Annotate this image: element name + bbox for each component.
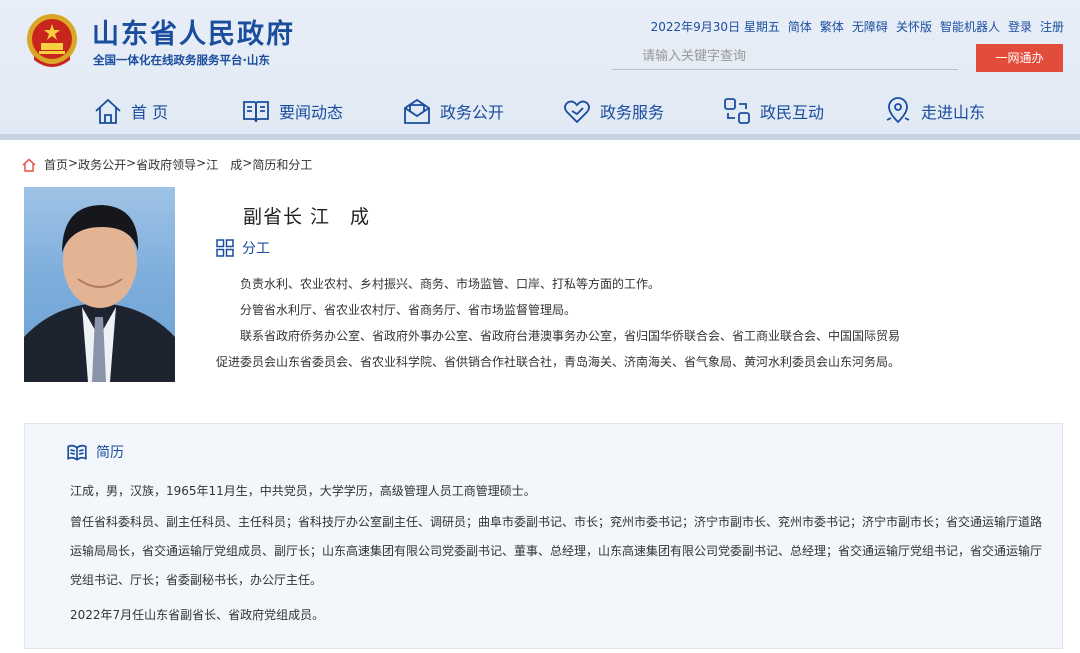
oneweb-button[interactable]: 一网通办 [976, 44, 1063, 72]
nav-home[interactable]: 首 页 [93, 94, 168, 128]
duty-paragraph: 联系省政府侨务办公室、省政府外事办公室、省政府台港澳事务办公室，省归国华侨联合会… [216, 329, 901, 369]
site-title[interactable]: 山东省人民政府 [92, 12, 295, 51]
nav-interaction-label: 政民互动 [760, 103, 825, 122]
portrait-photo [24, 187, 175, 382]
duty-section-header: 分工 [216, 238, 270, 258]
home-icon [22, 158, 36, 172]
breadcrumb-person[interactable]: 江 成 [206, 156, 242, 173]
breadcrumb-separator: > [196, 156, 207, 170]
interaction-icon [724, 98, 750, 124]
resume-paragraph: 2022年7月任山东省副省长、省政府党组成员。 [70, 608, 325, 622]
search-input[interactable] [612, 44, 958, 69]
breadcrumb-home[interactable]: 首页 [44, 156, 68, 173]
nav-home-label: 首 页 [131, 103, 169, 122]
link-simplified[interactable]: 简体 [788, 18, 812, 35]
mail-open-icon [404, 98, 430, 124]
nav-shandong-label: 走进山东 [921, 103, 986, 122]
book-icon [243, 101, 269, 123]
nav-interaction[interactable]: 政民互动 [722, 94, 824, 128]
breadcrumb-separator: > [68, 156, 79, 170]
resume-section-header: 简历 [66, 442, 124, 462]
nav-shandong[interactable]: 走进山东 [883, 94, 985, 128]
search-box [612, 44, 958, 70]
resume-title: 简历 [96, 445, 124, 461]
link-care-version[interactable]: 关怀版 [896, 18, 932, 35]
main-nav: 首 页 要闻动态 政务公开 政务服务 政民互动 走进山东 [0, 90, 1080, 132]
link-robot[interactable]: 智能机器人 [940, 18, 1000, 35]
nav-gov-affairs-label: 政务公开 [440, 103, 505, 122]
book-open-icon [67, 444, 87, 461]
date-text: 2022年9月30日 星期五 [650, 20, 780, 34]
link-accessibility[interactable]: 无障碍 [852, 18, 888, 35]
grid-icon [216, 239, 234, 257]
nav-news[interactable]: 要闻动态 [241, 94, 343, 128]
breadcrumb-leaders[interactable]: 省政府领导 [136, 156, 196, 173]
site-subtitle[interactable]: 全国一体化在线政务服务平台·山东 [93, 52, 270, 68]
link-login[interactable]: 登录 [1008, 18, 1032, 35]
duty-title: 分工 [242, 241, 270, 257]
breadcrumb: 首页 > 政务公开 > 省政府领导 > 江 成 > 简历和分工 [22, 156, 312, 173]
link-register[interactable]: 注册 [1040, 18, 1064, 35]
resume-paragraph: 曾任省科委科员、副主任科员、主任科员；省科技厅办公室副主任、调研员；曲阜市委副书… [70, 515, 1043, 587]
duty-paragraph: 分管省水利厅、省农业农村厅、省商务厅、省市场监督管理局。 [240, 303, 577, 317]
location-icon [886, 97, 910, 124]
heart-icon [564, 100, 590, 124]
nav-gov-affairs[interactable]: 政务公开 [402, 94, 504, 128]
nav-news-label: 要闻动态 [279, 103, 344, 122]
site-header: 山东省人民政府 全国一体化在线政务服务平台·山东 2022年9月30日 星期五 … [0, 0, 1080, 140]
leader-name: 副省长 江 成 [243, 206, 371, 228]
top-links: 2022年9月30日 星期五 简体 繁体 无障碍 关怀版 智能机器人 登录 注册 [651, 18, 1064, 35]
portrait-image [24, 205, 175, 382]
breadcrumb-separator: > [126, 156, 137, 170]
breadcrumb-separator: > [242, 156, 253, 170]
home-icon [95, 98, 121, 124]
breadcrumb-gov-affairs[interactable]: 政务公开 [78, 156, 126, 173]
nav-gov-services[interactable]: 政务服务 [562, 94, 664, 128]
breadcrumb-current: 简历和分工 [252, 158, 313, 172]
duty-paragraph: 负责水利、农业农村、乡村振兴、商务、市场监管、口岸、打私等方面的工作。 [240, 277, 661, 291]
nav-gov-services-label: 政务服务 [600, 103, 665, 122]
national-emblem-icon [27, 14, 77, 67]
link-traditional[interactable]: 繁体 [820, 18, 844, 35]
resume-paragraph: 江成，男，汉族，1965年11月生，中共党员，大学学历，高级管理人员工商管理硕士… [70, 484, 536, 498]
resume-panel: 简历 江成，男，汉族，1965年11月生，中共党员，大学学历，高级管理人员工商管… [24, 423, 1063, 649]
